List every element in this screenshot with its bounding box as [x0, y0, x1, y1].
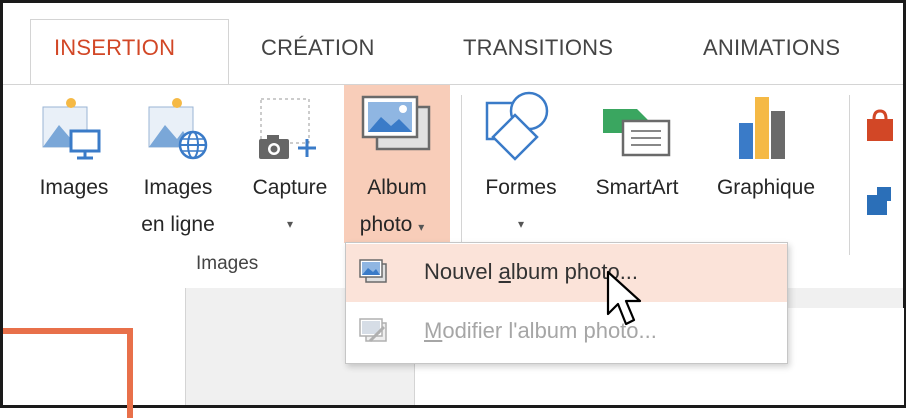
thumbnail-pane	[3, 288, 186, 418]
new-album-icon	[359, 259, 387, 283]
edit-album-accel: M	[424, 318, 443, 343]
shapes-dropdown-arrow[interactable]: ▾	[473, 206, 569, 243]
shapes-icon	[485, 91, 549, 161]
online-images-label-1: Images	[143, 176, 213, 199]
new-album-accel: a	[498, 259, 511, 284]
photo-album-dropdown-arrow[interactable]: ▾	[418, 220, 424, 234]
my-addins-icon[interactable]	[865, 185, 895, 217]
smartart-icon	[603, 109, 671, 157]
shapes-label: Formes	[485, 176, 557, 199]
album-dropdown-menu: Nouvel album photo... Modifier l'album p…	[345, 242, 788, 364]
new-album-label-pre: Nouvel	[424, 259, 499, 284]
screenshot-dropdown-arrow[interactable]: ▾	[237, 206, 343, 243]
photo-album-label-text: photo	[359, 213, 413, 236]
picture-globe-icon	[148, 98, 208, 160]
chart-label: Graphique	[716, 176, 816, 199]
slide-thumbnail[interactable]	[3, 328, 133, 418]
screenshot-label: Capture	[252, 176, 328, 199]
store-icon[interactable]	[865, 109, 895, 145]
ribbon-tab-bar: INSERTION CRÉATION TRANSITIONS ANIMATION…	[3, 3, 903, 89]
photo-album-label-1: Album	[367, 176, 427, 199]
mouse-cursor-icon	[606, 270, 642, 326]
picture-monitor-icon	[42, 98, 101, 160]
menu-item-edit-album[interactable]: Modifier l'album photo...	[346, 303, 787, 361]
screenshot-camera-icon	[259, 98, 316, 159]
menu-item-new-album[interactable]: Nouvel album photo...	[346, 244, 787, 302]
smartart-label: SmartArt	[595, 176, 679, 199]
images-label: Images	[39, 176, 109, 199]
tab-creation[interactable]: CRÉATION	[261, 35, 375, 61]
images-group-label: Images	[196, 253, 259, 274]
edit-album-icon	[359, 318, 387, 343]
photo-album-label-2: photo ▾	[344, 206, 440, 246]
group-separator	[461, 95, 462, 255]
tab-animations[interactable]: ANIMATIONS	[703, 35, 840, 61]
photo-album-icon	[361, 95, 431, 151]
chart-icon	[739, 97, 785, 159]
group-separator-2	[849, 95, 850, 255]
tab-insertion[interactable]: INSERTION	[54, 35, 175, 61]
tab-transitions[interactable]: TRANSITIONS	[463, 35, 613, 61]
online-images-label-2: en ligne	[141, 213, 215, 236]
